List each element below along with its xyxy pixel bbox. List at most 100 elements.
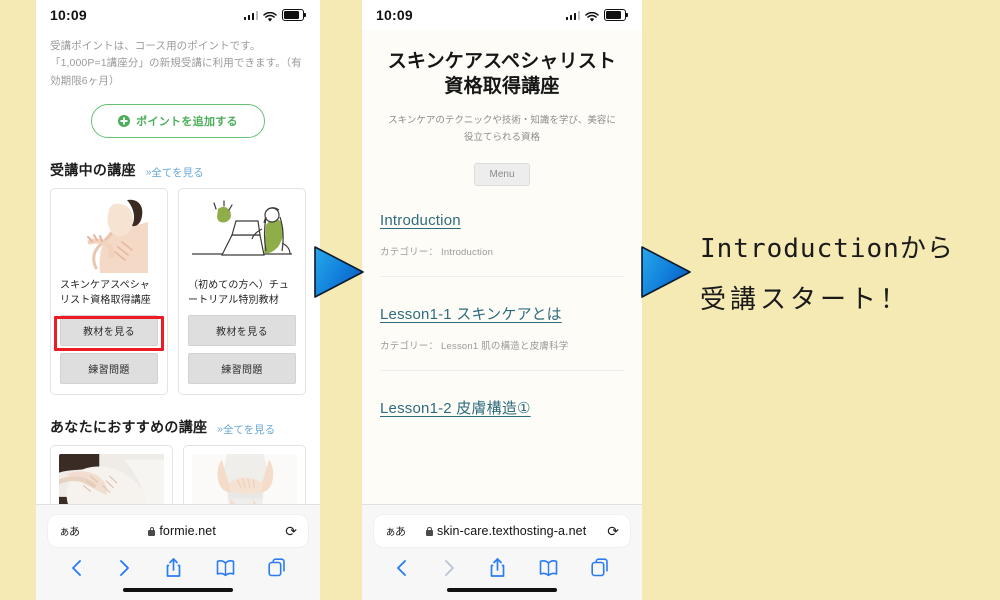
enrolled-section-title: 受講中の講座 — [50, 161, 136, 178]
recommended-card[interactable] — [183, 444, 306, 505]
url-text: formie.net — [159, 524, 216, 538]
lesson-item: Lesson1-2 皮膚構造① — [380, 397, 624, 418]
lesson-item: Introduction カテゴリー： Introduction — [380, 212, 624, 277]
share-icon[interactable] — [165, 557, 182, 578]
lesson-category: カテゴリー： Introduction — [380, 244, 624, 258]
left-browser-chrome: ぁあ formie.net ⟳ — [36, 504, 320, 600]
recommended-course-cards — [50, 444, 306, 505]
cellular-signal-icon — [565, 10, 580, 20]
course-card-title: （初めての方へ）チュートリアル特別教材 — [188, 279, 289, 306]
chevron-right-icon[interactable] — [442, 558, 457, 578]
middle-url-bar[interactable]: ぁあ skin-care.texthosting-a.net ⟳ — [374, 515, 630, 547]
text-size-button[interactable]: ぁあ — [59, 523, 80, 539]
page-subtitle: スキンケアのテクニックや技術・知識を学び、美容に役立てられる資格 — [388, 115, 616, 143]
view-materials-button[interactable]: 教材を見る — [60, 314, 158, 346]
reload-icon[interactable]: ⟳ — [285, 524, 297, 538]
battery-icon — [282, 9, 307, 21]
add-points-button[interactable]: ポイントを追加する — [91, 103, 265, 138]
recommended-section-title: あなたにおすすめの講座 — [50, 418, 208, 435]
double-chevron-right-icon: » — [145, 166, 151, 178]
status-indicators — [565, 9, 629, 22]
course-card-title: スキンケアスペシャリスト資格取得講座 — [60, 279, 151, 306]
wifi-icon — [585, 10, 599, 22]
page-title: スキンケアスペシャリスト資格取得講座 — [387, 51, 617, 97]
home-indicator — [123, 587, 233, 592]
lesson-category-label: カテゴリー： — [380, 340, 439, 352]
chevron-left-icon[interactable] — [69, 558, 84, 578]
lock-icon — [148, 526, 156, 536]
screenshot-stage: 10:09 受講ポイントは、コース用のポイントです。「1,000P=1講座分」の… — [0, 0, 1000, 600]
lesson-link-1-1[interactable]: Lesson1-1 スキンケアとは — [380, 306, 562, 323]
lesson-item: Lesson1-1 スキンケアとは カテゴリー： Lesson1 肌の構造と皮膚… — [380, 303, 624, 371]
add-points-row: ポイントを追加する — [50, 103, 306, 138]
battery-icon — [604, 9, 629, 21]
recommended-see-all-link[interactable]: » 全てを見る — [217, 422, 275, 437]
left-status-bar: 10:09 — [36, 0, 320, 30]
home-indicator — [447, 587, 557, 592]
enrolled-section-header: 受講中の講座 » 全てを見る — [50, 160, 306, 180]
course-thumbnail-tutorial — [188, 198, 296, 273]
text-size-button[interactable]: ぁあ — [385, 523, 406, 539]
blue-triangle-arrow-right-icon — [640, 244, 692, 300]
enrolled-see-all-label: 全てを見る — [151, 166, 204, 179]
url-text: skin-care.texthosting-a.net — [436, 524, 587, 538]
practice-questions-button[interactable]: 練習問題 — [60, 352, 158, 384]
url-display[interactable]: formie.net — [79, 524, 285, 538]
chevron-left-icon[interactable] — [394, 558, 409, 578]
wifi-icon — [263, 10, 277, 22]
view-materials-button[interactable]: 教材を見る — [188, 314, 296, 346]
tabs-icon[interactable] — [268, 558, 287, 577]
lesson-category-value: Introduction — [441, 246, 494, 258]
enrolled-see-all-link[interactable]: » 全てを見る — [146, 165, 204, 180]
highlighted-button-wrap: 教材を見る — [54, 314, 164, 351]
lesson-divider — [380, 275, 624, 277]
recommended-section-header: あなたにおすすめの講座 » 全てを見る — [50, 417, 306, 437]
recommended-thumbnail-massage — [59, 453, 164, 505]
blue-triangle-arrow-right-icon — [313, 244, 365, 300]
recommended-thumbnail-waist — [192, 453, 297, 505]
book-icon[interactable] — [539, 559, 558, 577]
middle-browser-chrome: ぁあ skin-care.texthosting-a.net ⟳ — [362, 504, 642, 600]
left-page-content: 受講ポイントは、コース用のポイントです。「1,000P=1講座分」の新規受講に利… — [36, 30, 320, 505]
middle-phone-screen: 10:09 スキンケアスペシャリスト資格取得講座 スキンケアのテクニックや技術・… — [362, 0, 642, 600]
lock-icon — [425, 526, 433, 536]
cellular-signal-icon — [243, 10, 258, 20]
menu-row: Menu — [380, 162, 624, 186]
status-time: 10:09 — [50, 7, 87, 23]
status-indicators — [243, 9, 307, 22]
recommended-see-all-label: 全てを見る — [222, 423, 276, 436]
left-browser-toolbar — [36, 547, 320, 578]
middle-status-bar: 10:09 — [362, 0, 642, 30]
course-thumbnail-skincare — [60, 197, 158, 273]
lesson-category-value: Lesson1 肌の構造と皮膚科学 — [441, 340, 569, 352]
enrolled-course-cards: スキンケアスペシャリスト資格取得講座 教材を見る 練習問題 （初めての方へ）チュ… — [50, 187, 306, 395]
middle-browser-toolbar — [362, 547, 642, 578]
lesson-link-1-2[interactable]: Lesson1-2 皮膚構造① — [380, 400, 531, 417]
chevron-right-icon[interactable] — [117, 558, 132, 578]
practice-questions-button[interactable]: 練習問題 — [188, 352, 296, 384]
add-points-label: ポイントを追加する — [136, 115, 238, 128]
handwritten-annotation: Introductionから 受講スタート！ — [700, 228, 1000, 316]
course-card[interactable]: （初めての方へ）チュートリアル特別教材 教材を見る 練習問題 — [178, 187, 306, 395]
annotation-line-2: 受講スタート！ — [700, 285, 911, 315]
points-note: 受講ポイントは、コース用のポイントです。「1,000P=1講座分」の新規受講に利… — [50, 40, 302, 87]
lesson-category-label: カテゴリー： — [380, 246, 439, 258]
reload-icon[interactable]: ⟳ — [607, 524, 619, 538]
share-icon[interactable] — [489, 557, 506, 578]
recommended-card[interactable] — [50, 444, 173, 505]
annotation-line-1: Introductionから — [700, 234, 954, 264]
left-phone-screen: 10:09 受講ポイントは、コース用のポイントです。「1,000P=1講座分」の… — [36, 0, 320, 600]
url-display[interactable]: skin-care.texthosting-a.net — [405, 524, 607, 538]
menu-button[interactable]: Menu — [474, 162, 530, 186]
plus-icon — [118, 114, 131, 127]
lesson-link-introduction[interactable]: Introduction — [380, 212, 461, 229]
tabs-icon[interactable] — [591, 558, 610, 577]
middle-page-content: スキンケアスペシャリスト資格取得講座 スキンケアのテクニックや技術・知識を学び、… — [362, 30, 642, 505]
book-icon[interactable] — [216, 559, 235, 577]
course-card[interactable]: スキンケアスペシャリスト資格取得講座 教材を見る 練習問題 — [50, 187, 168, 395]
double-chevron-right-icon: » — [217, 423, 222, 435]
lesson-category: カテゴリー： Lesson1 肌の構造と皮膚科学 — [380, 338, 624, 352]
left-url-bar[interactable]: ぁあ formie.net ⟳ — [48, 515, 308, 547]
status-time: 10:09 — [376, 7, 413, 23]
lesson-divider — [380, 369, 624, 371]
